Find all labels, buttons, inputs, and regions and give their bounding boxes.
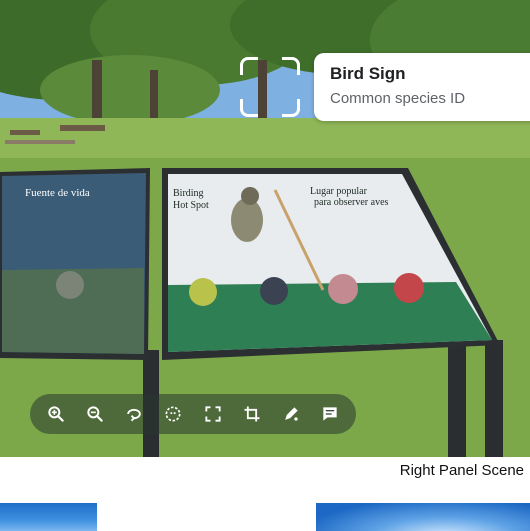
lens-selection-frame[interactable] <box>240 57 300 117</box>
image-toolbar <box>30 394 356 434</box>
zoom-out-icon[interactable] <box>80 399 110 429</box>
svg-text:para observer aves: para observer aves <box>314 197 389 208</box>
result-title: Bird Sign <box>330 64 406 83</box>
select-subject-icon[interactable] <box>158 399 188 429</box>
thumbnail-previous[interactable] <box>0 503 97 531</box>
thumbnail-next[interactable] <box>316 503 530 531</box>
rotate-icon[interactable] <box>119 399 149 429</box>
markup-icon[interactable] <box>276 399 306 429</box>
crop-icon[interactable] <box>237 399 267 429</box>
image-caption: Right Panel Scene <box>399 462 524 479</box>
photo-viewer[interactable]: Fuente de vida Birding Hot Spot Lugar po… <box>0 0 530 457</box>
svg-text:Birding: Birding <box>173 188 204 199</box>
svg-text:Fuente de vida: Fuente de vida <box>25 187 90 199</box>
zoom-in-icon[interactable] <box>41 399 71 429</box>
result-subtitle: Common species ID <box>330 90 466 107</box>
result-card[interactable]: Bird Sign Common species ID <box>314 53 530 121</box>
fit-screen-icon[interactable] <box>198 399 228 429</box>
svg-text:Lugar popular: Lugar popular <box>310 186 368 197</box>
svg-text:Hot Spot: Hot Spot <box>173 200 209 211</box>
caption-icon[interactable] <box>315 399 345 429</box>
